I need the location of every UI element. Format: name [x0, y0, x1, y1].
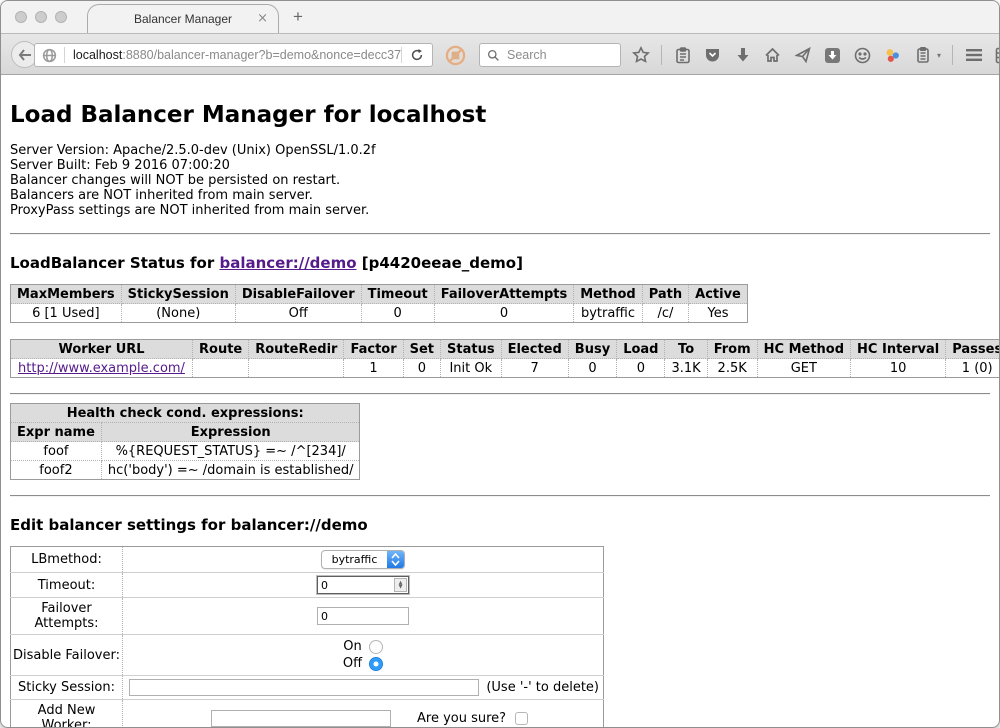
server-info: Server Version: Apache/2.5.0-dev (Unix) … [10, 143, 990, 218]
edit-balancer-heading: Edit balancer settings for balancer://de… [10, 516, 990, 534]
timeout-row: Timeout: ▲▼ [11, 573, 604, 598]
loadbalancer-status-heading: LoadBalancer Status for balancer://demo … [10, 254, 990, 272]
worker-url-link[interactable]: http://www.example.com/ [18, 361, 185, 376]
pocket-icon[interactable] [703, 46, 722, 65]
proxypass-warning-line: ProxyPass settings are NOT inherited fro… [10, 203, 990, 218]
tab-title: Balancer Manager [134, 12, 232, 26]
health-check-table: Health check cond. expressions: Expr nam… [10, 403, 360, 480]
table-header-row: Worker URL Route RouteRedir Factor Set S… [11, 340, 1000, 359]
zoom-window-button[interactable] [55, 11, 67, 23]
radio-off-label: Off [343, 656, 362, 671]
balancer-status-table: MaxMembers StickySession DisableFailover… [10, 284, 748, 323]
server-built-line: Server Built: Feb 9 2016 07:00:20 [10, 158, 990, 173]
select-stepper-icon [387, 551, 404, 568]
disable-failover-row: Disable Failover: On Off [11, 635, 604, 676]
toolbar-separator [952, 45, 953, 65]
url-text[interactable]: localhost:8880/balancer-manager?b=demo&n… [65, 48, 401, 62]
sticky-session-row: Sticky Session: (Use '-' to delete) [11, 676, 604, 700]
extension-dropdown-caret-icon[interactable]: ▾ [937, 51, 941, 60]
page-content: Load Balancer Manager for localhost Serv… [1, 76, 999, 727]
home-icon[interactable] [763, 46, 782, 65]
lbmethod-select[interactable]: bytraffic [321, 550, 405, 569]
back-arrow-icon [18, 49, 32, 61]
sticky-delete-hint: (Use '-' to delete) [486, 680, 599, 695]
failover-attempts-label: Failover Attempts: [11, 598, 123, 635]
are-you-sure-checkbox[interactable] [515, 712, 528, 725]
table-row: http://www.example.com/ 1 0 Init Ok 7 0 … [11, 359, 1000, 378]
balancer-demo-link[interactable]: balancer://demo [219, 254, 356, 272]
reload-button[interactable] [402, 48, 432, 62]
window-controls [15, 11, 67, 23]
table-row: foof %{REQUEST_STATUS} =~ /^[234]/ [11, 442, 360, 461]
radio-on-label: On [343, 639, 361, 654]
send-tab-icon[interactable] [793, 46, 812, 65]
add-worker-row: Add New Worker: Are you sure? [11, 700, 604, 728]
downloads-panel-icon[interactable] [823, 46, 842, 65]
lbmethod-label: LBmethod: [11, 547, 123, 573]
disable-failover-label: Disable Failover: [11, 635, 123, 676]
section-divider [10, 495, 990, 497]
sticky-session-input[interactable] [129, 679, 479, 696]
browser-window: Balancer Manager × + localhost:8880/bala… [0, 0, 1000, 728]
minimize-window-button[interactable] [35, 11, 47, 23]
menu-hamburger-icon[interactable] [964, 46, 983, 65]
are-you-sure-label: Are you sure? [417, 711, 506, 726]
edit-balancer-form: LBmethod: bytraffic Timeout: [10, 546, 604, 727]
lbmethod-row: LBmethod: bytraffic [11, 547, 604, 573]
tab-balancer-manager[interactable]: Balancer Manager × [87, 4, 279, 33]
table-header-row: Expr name Expression [11, 423, 360, 442]
download-arrow-icon[interactable] [733, 46, 752, 65]
search-input[interactable] [507, 48, 620, 62]
reading-list-icon[interactable] [673, 46, 692, 65]
failover-attempts-row: Failover Attempts: [11, 598, 604, 635]
page-title: Load Balancer Manager for localhost [10, 102, 990, 128]
content-blocker-icon[interactable] [445, 45, 466, 66]
search-icon [480, 49, 507, 62]
table-row: 6 [1 Used] (None) Off 0 0 bytraffic /c/ … [11, 304, 748, 323]
persist-warning-line: Balancer changes will NOT be persisted o… [10, 173, 990, 188]
inherit-warning-line: Balancers are NOT inherited from main se… [10, 188, 990, 203]
url-bar[interactable]: localhost:8880/balancer-manager?b=demo&n… [34, 43, 433, 67]
tab-grid-icon[interactable] [994, 46, 1000, 65]
navigation-toolbar: localhost:8880/balancer-manager?b=demo&n… [1, 33, 999, 75]
table-header-row: MaxMembers StickySession DisableFailover… [11, 285, 748, 304]
worker-status-table: Worker URL Route RouteRedir Factor Set S… [10, 339, 999, 378]
tab-bar: Balancer Manager × + [1, 1, 999, 33]
disable-failover-off-radio[interactable] [369, 657, 383, 671]
disable-failover-on-radio[interactable] [369, 640, 383, 654]
table-row: foof2 hc('body') =~ /domain is establish… [11, 461, 360, 480]
extension-color-dots-icon[interactable] [883, 46, 902, 65]
server-version-line: Server Version: Apache/2.5.0-dev (Unix) … [10, 143, 990, 158]
failover-attempts-input[interactable] [317, 607, 409, 625]
table-title-row: Health check cond. expressions: [11, 404, 360, 423]
clipper-extension-icon[interactable] [913, 46, 932, 65]
sticky-session-label: Sticky Session: [11, 676, 123, 700]
search-bar[interactable] [479, 43, 621, 67]
toolbar-icons: ▾ [631, 42, 1000, 68]
bookmark-star-icon[interactable] [631, 46, 650, 65]
add-worker-label: Add New Worker: [11, 700, 123, 728]
site-identity-globe-icon[interactable] [35, 48, 64, 63]
new-tab-button[interactable]: + [293, 7, 303, 27]
add-worker-input[interactable] [211, 710, 391, 727]
timeout-label: Timeout: [11, 573, 123, 598]
number-spinner-icon[interactable]: ▲▼ [394, 578, 407, 592]
toolbar-separator [661, 45, 662, 65]
tab-close-icon[interactable]: × [257, 11, 268, 26]
section-divider [10, 233, 990, 235]
feedback-smiley-icon[interactable] [853, 46, 872, 65]
close-window-button[interactable] [15, 11, 27, 23]
